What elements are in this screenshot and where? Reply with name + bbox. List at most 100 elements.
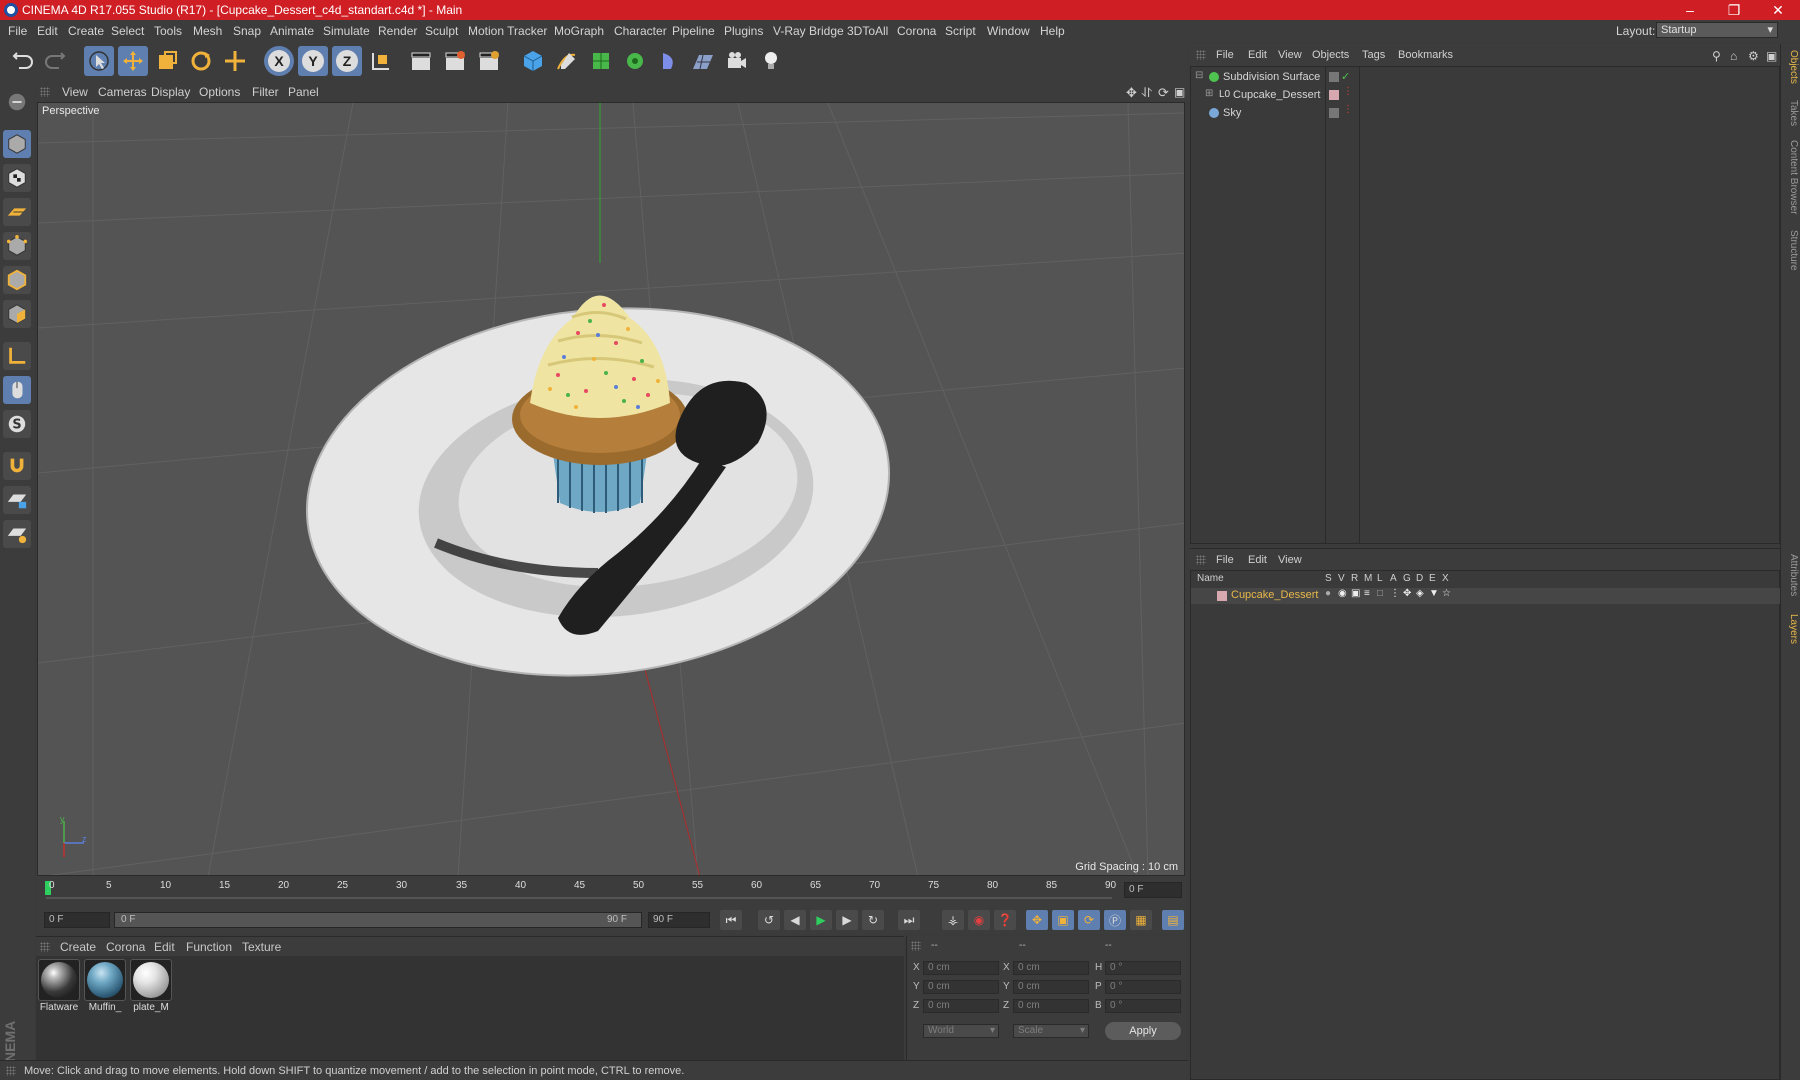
quantize-button[interactable] bbox=[3, 520, 31, 548]
tab-attributes[interactable]: Attributes bbox=[1783, 554, 1799, 596]
coords-pos-y-field[interactable]: 0 cm bbox=[923, 980, 999, 994]
3d-viewport[interactable]: Perspective y z Grid Spacing : 10 cm bbox=[37, 102, 1185, 876]
menu-script[interactable]: Script bbox=[945, 24, 976, 38]
menu-window[interactable]: Window bbox=[987, 24, 1030, 38]
previous-frame-button[interactable]: ◀ bbox=[784, 910, 806, 930]
filter-icon[interactable]: ⚙ bbox=[1748, 49, 1759, 63]
record-point-level-button[interactable]: ▦ bbox=[1130, 910, 1152, 930]
tab-layers[interactable]: Layers bbox=[1783, 614, 1799, 644]
add-camera-button[interactable] bbox=[722, 46, 752, 76]
undo-button[interactable] bbox=[8, 46, 38, 76]
layer-expressions-icon[interactable]: ▼ bbox=[1429, 588, 1439, 599]
timeline-ruler[interactable]: 0 5 10 15 20 25 30 35 40 45 50 55 60 65 … bbox=[36, 876, 1186, 904]
y-axis-lock-button[interactable]: Y bbox=[298, 46, 328, 76]
objects-menu-tags[interactable]: Tags bbox=[1362, 49, 1385, 61]
coords-rot-p-field[interactable]: 0 ° bbox=[1105, 980, 1181, 994]
start-frame-field[interactable]: 0 F bbox=[44, 912, 110, 928]
viewport-zoom-icon[interactable]: ⥯ bbox=[1142, 85, 1152, 101]
menu-character[interactable]: Character bbox=[614, 24, 667, 38]
model-mode-button[interactable] bbox=[3, 130, 31, 158]
frame-range-slider[interactable]: 0 F 90 F bbox=[114, 912, 642, 928]
material-menu-texture[interactable]: Texture bbox=[242, 940, 281, 954]
menu-animate[interactable]: Animate bbox=[270, 24, 314, 38]
end-frame-field[interactable]: 90 F bbox=[648, 912, 710, 928]
coords-pos-z-field[interactable]: 0 cm bbox=[923, 999, 999, 1013]
solo-mode-button[interactable]: S bbox=[3, 410, 31, 438]
layer-row-cupcake-dessert[interactable]: Cupcake_Dessert ● ◉ ▣ ≡ □ ⋮ ✥ ◈ ▼ ☆ bbox=[1191, 588, 1781, 604]
menu-edit[interactable]: Edit bbox=[37, 24, 58, 38]
edges-mode-button[interactable] bbox=[3, 266, 31, 294]
rotate-tool-button[interactable] bbox=[186, 46, 216, 76]
move-tool-button[interactable] bbox=[118, 46, 148, 76]
go-to-end-button[interactable]: ⏭ bbox=[898, 910, 920, 930]
viewport-menu-panel[interactable]: Panel bbox=[288, 85, 319, 99]
viewport-maximize-icon[interactable]: ▣ bbox=[1174, 85, 1185, 99]
make-editable-button[interactable] bbox=[3, 88, 31, 116]
redo-button[interactable] bbox=[40, 46, 70, 76]
polygons-mode-button[interactable] bbox=[3, 300, 31, 328]
next-key-button[interactable]: ↻ bbox=[862, 910, 884, 930]
coords-size-z-field[interactable]: 0 cm bbox=[1013, 999, 1089, 1013]
render-view-button[interactable] bbox=[406, 46, 436, 76]
object-row-subdivision-surface[interactable]: ⊟ Subdivision Surface ✓ bbox=[1191, 69, 1781, 87]
add-deformer-button[interactable] bbox=[654, 46, 684, 76]
material-menu-create[interactable]: Create bbox=[60, 940, 96, 954]
layer-deformers-icon[interactable]: ◈ bbox=[1416, 588, 1424, 599]
panel-menu-icon[interactable]: ▣ bbox=[1766, 49, 1777, 63]
layers-menu-view[interactable]: View bbox=[1278, 554, 1302, 566]
menu-mesh[interactable]: Mesh bbox=[193, 24, 222, 38]
axis-mode-button[interactable] bbox=[3, 342, 31, 370]
menu-simulate[interactable]: Simulate bbox=[323, 24, 370, 38]
viewport-camera-label[interactable]: Perspective bbox=[42, 105, 99, 117]
layer-render-icon[interactable]: ▣ bbox=[1351, 588, 1360, 599]
menu-file[interactable]: File bbox=[8, 24, 27, 38]
lock-workplane-button[interactable] bbox=[3, 486, 31, 514]
layout-select[interactable]: Startup ▾ bbox=[1656, 22, 1778, 38]
tab-takes[interactable]: Takes bbox=[1783, 100, 1799, 126]
viewport-menu-cameras[interactable]: Cameras bbox=[98, 85, 147, 99]
menu-pipeline[interactable]: Pipeline bbox=[672, 24, 715, 38]
layer-animation-icon[interactable]: ⋮ bbox=[1390, 588, 1400, 599]
object-row-sky[interactable]: Sky ⋮ bbox=[1191, 104, 1781, 123]
record-parameter-button[interactable]: Ⓟ bbox=[1104, 910, 1126, 930]
coords-size-y-field[interactable]: 0 cm bbox=[1013, 980, 1089, 994]
keyframe-selection-button[interactable]: ❓ bbox=[994, 910, 1016, 930]
tab-structure[interactable]: Structure bbox=[1783, 230, 1799, 271]
record-scale-button[interactable]: ▣ bbox=[1052, 910, 1074, 930]
autokey-button[interactable]: ◉ bbox=[968, 910, 990, 930]
material-swatch-plate[interactable]: plate_M bbox=[130, 959, 172, 1015]
z-axis-lock-button[interactable]: Z bbox=[332, 46, 362, 76]
texture-mode-button[interactable] bbox=[3, 164, 31, 192]
objects-menu-objects[interactable]: Objects bbox=[1312, 49, 1349, 61]
timeline-window-button[interactable]: ▤ bbox=[1162, 910, 1184, 930]
collapse-icon[interactable]: ⊟ bbox=[1195, 70, 1203, 81]
viewport-menu-filter[interactable]: Filter bbox=[252, 85, 279, 99]
material-menu-function[interactable]: Function bbox=[186, 940, 232, 954]
viewport-menu-view[interactable]: View bbox=[62, 85, 88, 99]
add-array-button[interactable] bbox=[620, 46, 650, 76]
coords-pos-x-field[interactable]: 0 cm bbox=[923, 961, 999, 975]
menu-render[interactable]: Render bbox=[378, 24, 417, 38]
maximize-button[interactable]: ❐ bbox=[1714, 0, 1754, 20]
search-icon[interactable]: ⚲ bbox=[1712, 49, 1721, 63]
coords-scale-select[interactable]: Scale ▾ bbox=[1013, 1024, 1089, 1038]
menu-plugins[interactable]: Plugins bbox=[724, 24, 763, 38]
render-settings-button[interactable] bbox=[474, 46, 504, 76]
objects-menu-edit[interactable]: Edit bbox=[1248, 49, 1267, 61]
menu-help[interactable]: Help bbox=[1040, 24, 1065, 38]
apply-button[interactable]: Apply bbox=[1105, 1022, 1181, 1040]
menu-vray-bridge[interactable]: V-Ray Bridge bbox=[773, 24, 844, 38]
layer-view-icon[interactable]: ◉ bbox=[1338, 588, 1347, 599]
material-menu-edit[interactable]: Edit bbox=[154, 940, 175, 954]
render-to-picture-viewer-button[interactable] bbox=[440, 46, 470, 76]
tweak-mode-button[interactable] bbox=[3, 376, 31, 404]
record-rotation-button[interactable]: ⟳ bbox=[1078, 910, 1100, 930]
layers-menu-edit[interactable]: Edit bbox=[1248, 554, 1267, 566]
menu-motion-tracker[interactable]: Motion Tracker bbox=[468, 24, 547, 38]
menu-snap[interactable]: Snap bbox=[233, 24, 261, 38]
record-keys-button[interactable]: ⚶ bbox=[942, 910, 964, 930]
add-subdivision-button[interactable] bbox=[586, 46, 616, 76]
material-swatch-flatware[interactable]: Flatware bbox=[38, 959, 80, 1015]
coords-rot-b-field[interactable]: 0 ° bbox=[1105, 999, 1181, 1013]
current-frame-field[interactable]: 0 F bbox=[1124, 882, 1182, 898]
